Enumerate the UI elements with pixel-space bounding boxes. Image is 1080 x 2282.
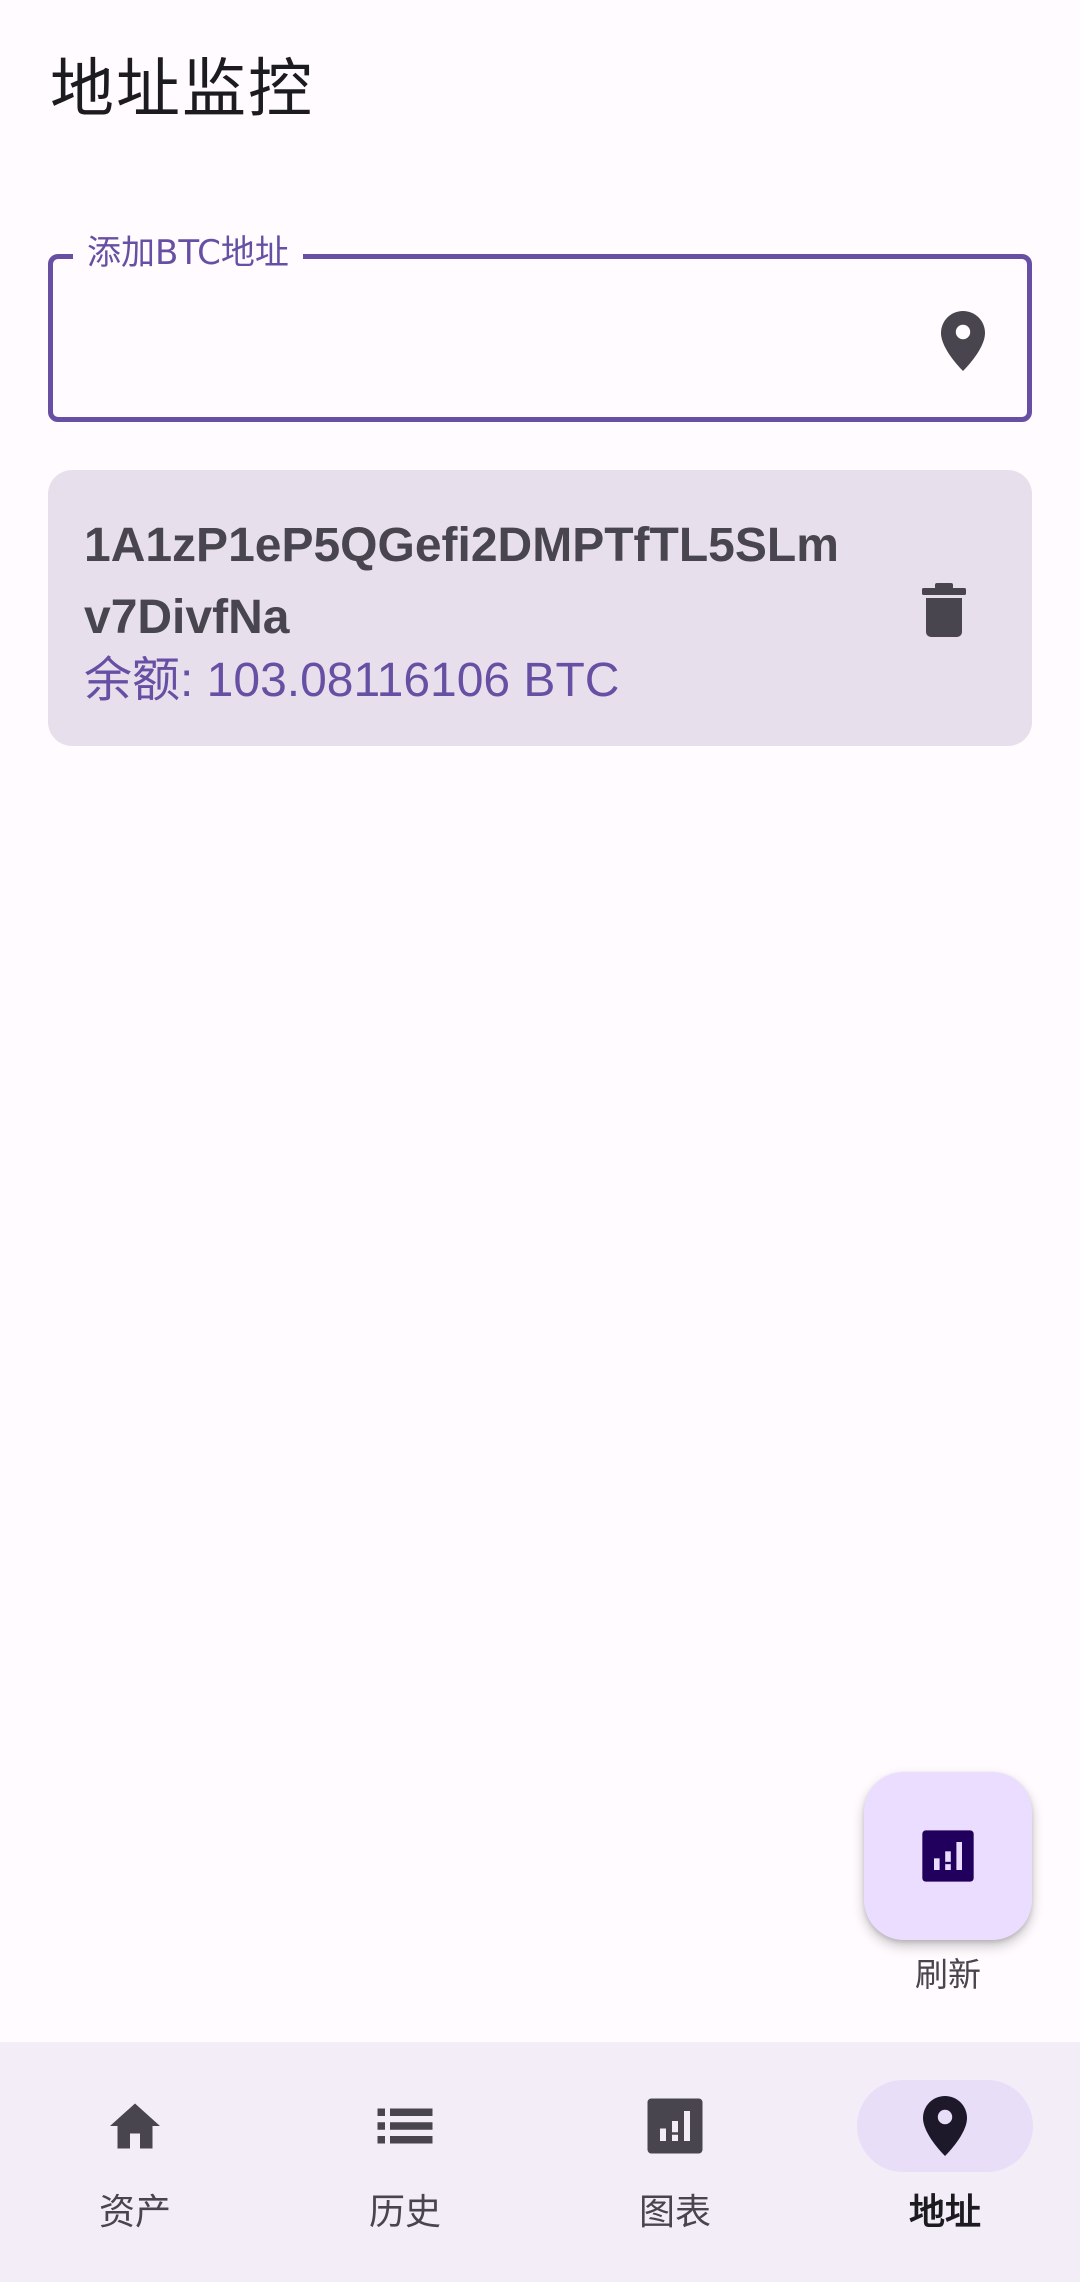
bottom-navigation: 资产 历史 图表 地址	[0, 2042, 1080, 2282]
home-icon	[105, 2096, 165, 2156]
nav-label-history: 历史	[368, 2192, 441, 2233]
address-text: 1A1zP1eP5QGefi2DMPTfTL5SLmv7DivfNa	[84, 519, 839, 644]
address-card: 1A1zP1eP5QGefi2DMPTfTL5SLmv7DivfNa 余额: 1…	[48, 470, 1032, 746]
refresh-label: 刷新	[915, 1955, 981, 1994]
nav-item-assets[interactable]: 资产	[0, 2042, 270, 2282]
trash-icon	[922, 583, 966, 637]
list-icon	[375, 2096, 435, 2156]
add-address-label: 添加BTC地址	[73, 229, 303, 277]
delete-address-button[interactable]	[904, 570, 984, 650]
add-address-field[interactable]: 添加BTC地址	[48, 229, 1032, 422]
nav-item-charts[interactable]: 图表	[540, 2042, 810, 2282]
nav-label-charts: 图表	[638, 2192, 711, 2233]
location-pin-icon	[915, 2096, 975, 2156]
location-pin-icon[interactable]	[939, 309, 987, 373]
nav-item-address[interactable]: 地址	[810, 2042, 1080, 2282]
bar-chart-icon	[645, 2096, 705, 2156]
nav-label-address: 地址	[908, 2192, 981, 2233]
bar-chart-icon	[922, 1830, 974, 1882]
refresh-fab[interactable]	[864, 1772, 1032, 1940]
address-balance: 余额: 103.08116106 BTC	[84, 654, 620, 707]
nav-label-assets: 资产	[98, 2192, 171, 2233]
page-title: 地址监控	[50, 53, 314, 127]
add-address-input[interactable]	[83, 299, 907, 371]
nav-item-history[interactable]: 历史	[270, 2042, 540, 2282]
